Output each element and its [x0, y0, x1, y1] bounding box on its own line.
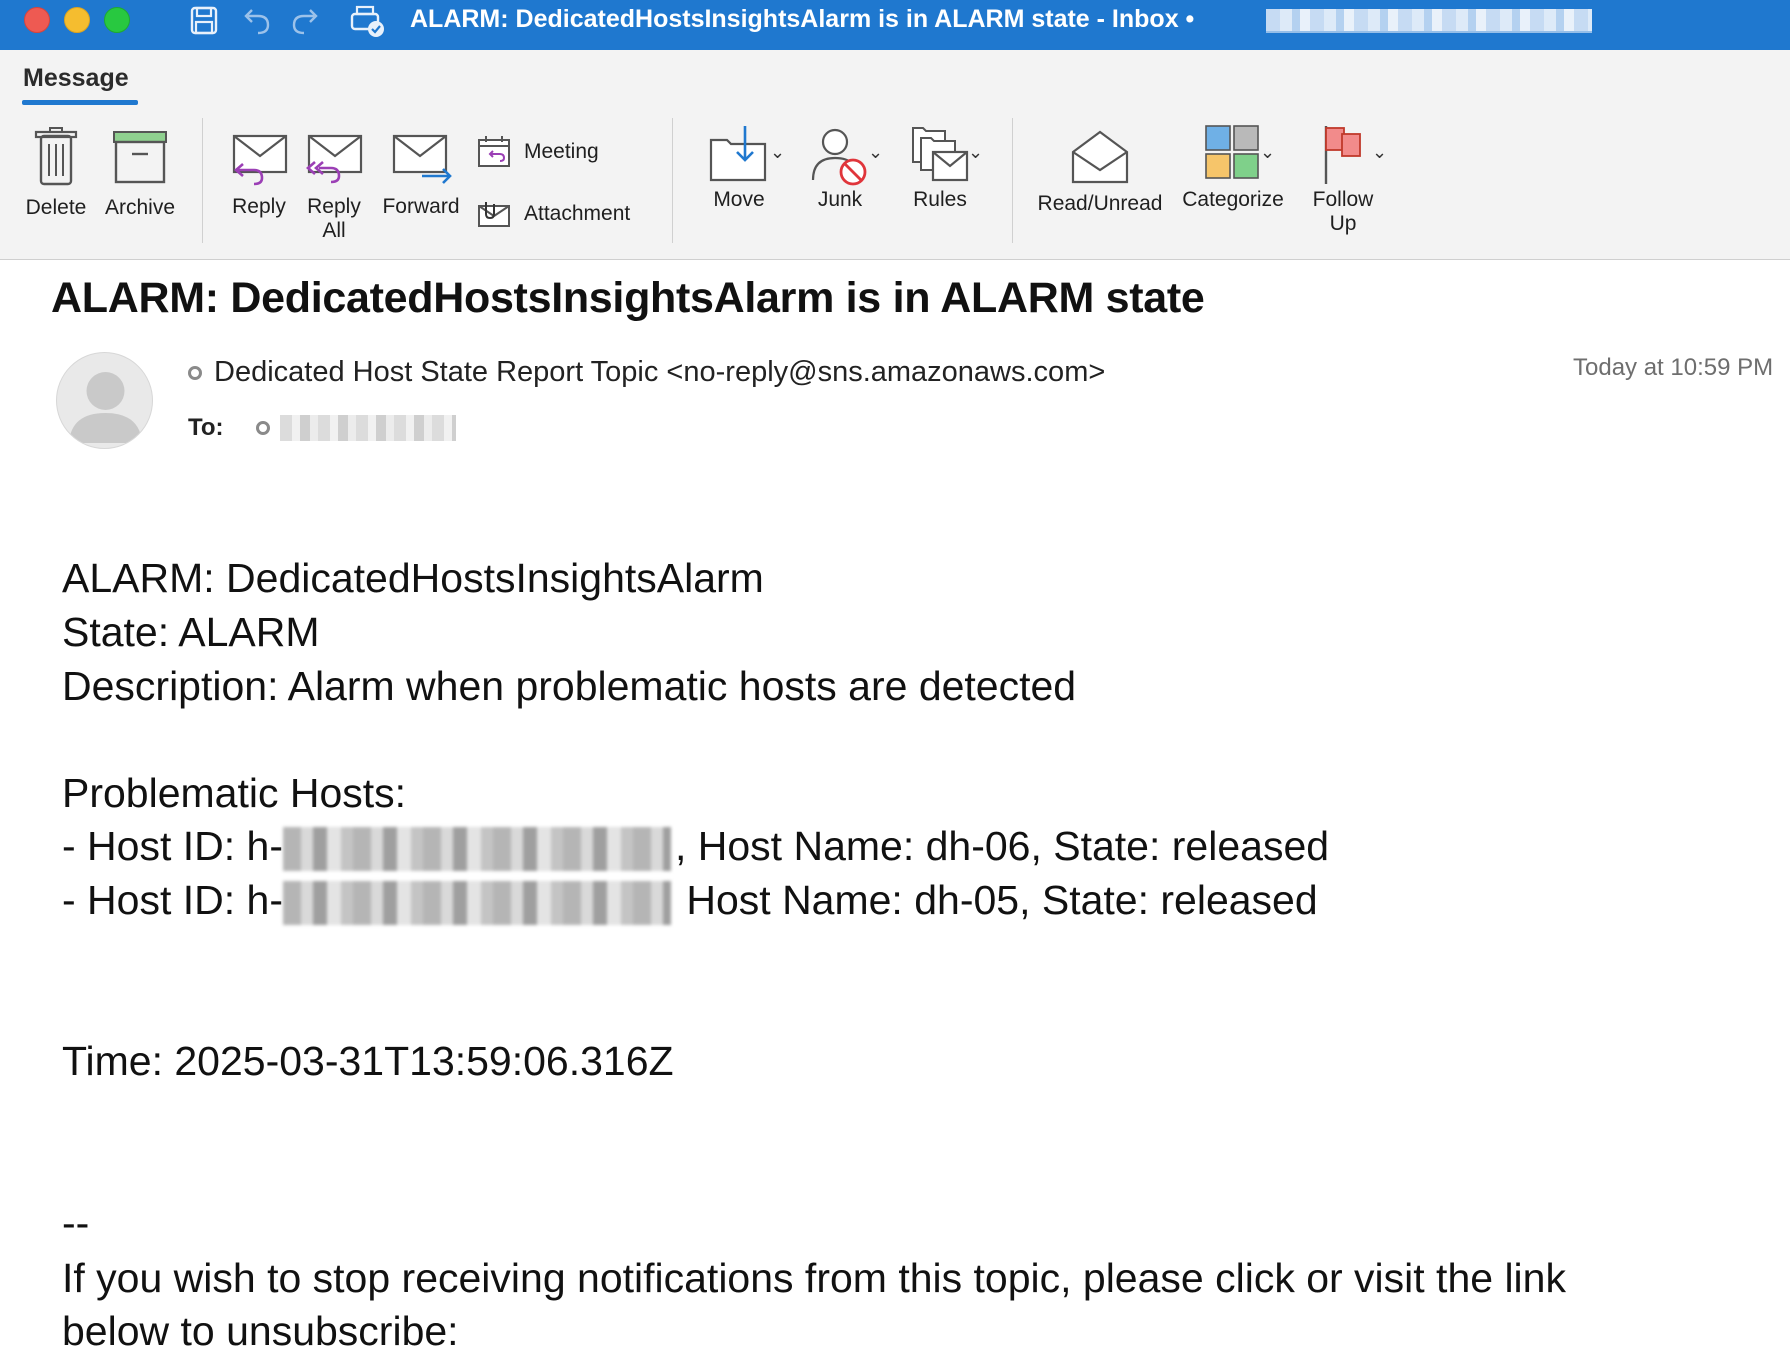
delete-label: Delete [25, 196, 87, 219]
categorize-dropdown-chevron-icon[interactable]: ⌄ [1260, 142, 1275, 163]
body-description-line: Description: Alarm when problematic host… [62, 663, 1077, 709]
print-icon[interactable] [346, 2, 386, 40]
meeting-button[interactable]: Meeting [476, 134, 599, 170]
sender-avatar [56, 352, 153, 449]
reply-label: Reply [232, 195, 286, 218]
attachment-icon [478, 202, 510, 227]
forward-button[interactable]: Forward [376, 130, 466, 219]
redo-icon[interactable] [286, 2, 326, 40]
sender-row: Dedicated Host State Report Topic <no-re… [188, 356, 1105, 389]
trash-icon [34, 127, 78, 186]
person-icon [69, 372, 142, 443]
delete-button[interactable]: Delete [20, 126, 92, 220]
open-envelope-icon [1071, 130, 1129, 184]
junk-dropdown-chevron-icon[interactable]: ⌄ [868, 142, 883, 163]
calendar-icon [478, 136, 510, 167]
rules-icon [912, 127, 969, 182]
follow-up-label-1: Follow [1312, 188, 1374, 211]
body-unsubscribe-line-2: below to unsubscribe: [62, 1308, 459, 1354]
junk-icon [811, 128, 867, 186]
archive-icon [113, 131, 167, 184]
categorize-icon [1205, 125, 1259, 179]
move-button[interactable]: Move [696, 122, 782, 212]
window-title: ALARM: DedicatedHostsInsightsAlarm is in… [410, 5, 1195, 33]
host-id-prefix: - Host ID: h- [62, 823, 283, 869]
tab-message[interactable]: Message [23, 64, 129, 93]
reply-all-label-2: All [322, 219, 346, 242]
ribbon-separator [672, 118, 673, 243]
read-unread-button[interactable]: Read/Unread [1032, 126, 1168, 216]
redacted-host-id [282, 827, 671, 872]
reply-all-label-1: Reply [307, 195, 361, 218]
title-bar: ALARM: DedicatedHostsInsightsAlarm is in… [0, 0, 1790, 50]
redacted-host-id [282, 881, 671, 926]
follow-up-label-2: Up [1329, 212, 1357, 235]
follow-up-dropdown-chevron-icon[interactable]: ⌄ [1372, 142, 1387, 163]
tab-underline [22, 100, 138, 105]
redacted-recipient[interactable] [279, 415, 456, 441]
rules-label: Rules [913, 188, 967, 211]
presence-dot-icon [188, 365, 202, 380]
junk-button[interactable]: Junk [796, 122, 884, 212]
flag-icon [1324, 126, 1361, 184]
archive-label: Archive [104, 196, 176, 219]
zoom-window-button[interactable] [104, 7, 130, 33]
body-host-line: - Host ID: h- , Host Name: dh-06, State: … [62, 823, 1330, 872]
read-unread-label: Read/Unread [1037, 192, 1163, 215]
body-unsubscribe-line-1: If you wish to stop receiving notificati… [62, 1255, 1566, 1301]
body-time-line: Time: 2025-03-31T13:59:06.316Z [62, 1038, 674, 1084]
rules-dropdown-chevron-icon[interactable]: ⌄ [968, 142, 983, 163]
forward-icon [392, 134, 452, 184]
attachment-label: Attachment [524, 202, 631, 225]
reply-all-button[interactable]: Reply All [298, 130, 370, 243]
ribbon-separator [1012, 118, 1013, 243]
move-folder-icon [709, 126, 767, 182]
reply-icon [232, 134, 288, 186]
body-host-line: - Host ID: h- Host Name: dh-05, State: r… [62, 877, 1318, 926]
host-details: , Host Name: dh-06, State: released [674, 823, 1330, 869]
attachment-button[interactable]: Attachment [476, 198, 630, 230]
ribbon: Message Delete Archive Reply Reply All F… [0, 50, 1790, 260]
presence-dot-icon [255, 421, 270, 435]
host-details: Host Name: dh-05, State: released [674, 877, 1318, 923]
junk-label: Junk [817, 188, 863, 211]
recipient-row: To: [188, 414, 456, 442]
reply-button[interactable]: Reply [224, 130, 294, 219]
save-icon[interactable] [184, 2, 224, 40]
minimize-window-button[interactable] [64, 7, 90, 33]
close-window-button[interactable] [24, 7, 50, 33]
forward-label: Forward [382, 195, 460, 218]
categorize-button[interactable]: Categorize [1174, 122, 1292, 212]
categorize-label: Categorize [1182, 188, 1284, 211]
to-label: To: [188, 414, 224, 441]
email-subject: ALARM: DedicatedHostsInsightsAlarm is in… [51, 274, 1205, 322]
body-problematic-hosts-heading: Problematic Hosts: [62, 770, 407, 816]
rules-button[interactable]: Rules [894, 122, 986, 212]
body-signature-dashes: -- [62, 1200, 90, 1246]
archive-button[interactable]: Archive [98, 126, 182, 220]
ribbon-separator [202, 118, 203, 243]
meeting-label: Meeting [524, 140, 599, 163]
redacted-account [1266, 9, 1592, 33]
body-state-line: State: ALARM [62, 609, 320, 655]
body-alarm-line: ALARM: DedicatedHostsInsightsAlarm [62, 555, 764, 601]
host-id-prefix: - Host ID: h- [62, 877, 283, 923]
move-dropdown-chevron-icon[interactable]: ⌄ [770, 142, 785, 163]
undo-icon[interactable] [236, 2, 276, 40]
email-timestamp: Today at 10:59 PM [1573, 354, 1774, 381]
sender-name[interactable]: Dedicated Host State Report Topic <no-re… [214, 356, 1105, 389]
follow-up-button[interactable]: Follow Up [1300, 122, 1386, 236]
move-label: Move [713, 188, 765, 211]
reply-all-icon [306, 134, 363, 184]
